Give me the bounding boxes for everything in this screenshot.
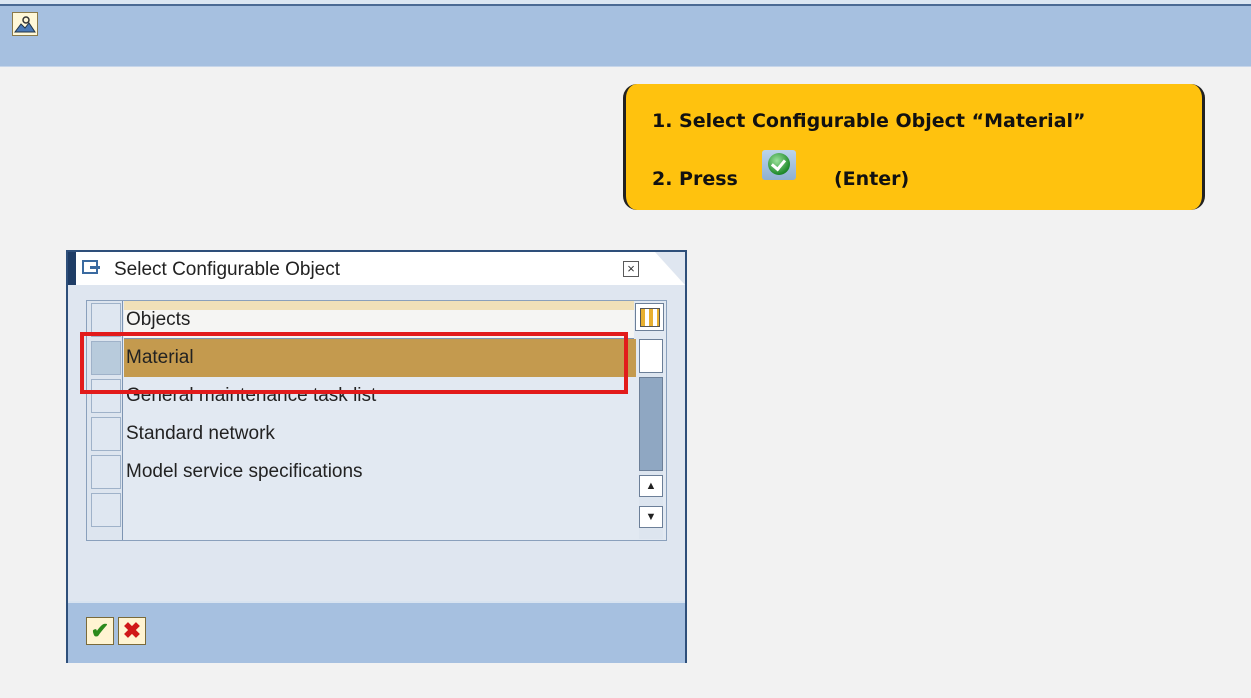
title-bar-corner [655,252,685,285]
row-selector[interactable] [91,341,121,375]
table-cell[interactable]: Model service specifications [124,453,636,491]
table-row-standard-network[interactable]: Standard network [87,415,633,453]
scrollbar-top-segment[interactable] [639,339,663,373]
dialog-window-icon [82,260,100,274]
column-header-objects[interactable]: Objects [124,301,634,339]
table-header: Objects [87,301,634,339]
dialog-title-bar: Select Configurable Object × [68,252,685,285]
select-all-cell[interactable] [91,303,121,337]
scrollbar-thumb[interactable] [639,377,663,471]
cancel-button[interactable]: ✖ [118,617,146,645]
table-cell[interactable]: General maintenance task list [124,377,636,415]
continue-check-button[interactable]: ✔ [86,617,114,645]
instruction-step-2: 2. Press [652,168,738,190]
select-configurable-object-dialog: Select Configurable Object × Objects Mat… [66,250,687,663]
instruction-callout: 1. Select Configurable Object “Material”… [623,84,1205,210]
table-row-model-service-specifications[interactable]: Model service specifications [87,453,633,491]
table-row-empty[interactable] [87,491,633,529]
picture-icon[interactable] [12,12,38,36]
dialog-title: Select Configurable Object [114,259,341,280]
table-cell [124,491,636,529]
table-cell[interactable]: Standard network [124,415,636,453]
objects-table: Objects Material General maintenance tas… [86,300,667,541]
table-cell[interactable]: Material [124,339,636,377]
toolbar [0,6,1251,67]
table-row-general-maintenance-task-list[interactable]: General maintenance task list [87,377,633,415]
table-row-material[interactable]: Material [87,339,636,377]
dialog-button-bar: ✔ ✖ [68,601,685,663]
scroll-up-button[interactable]: ▲ [639,475,663,497]
row-selector[interactable] [91,455,121,489]
column-settings-icon[interactable] [635,303,664,331]
row-selector[interactable] [91,493,121,527]
row-selector[interactable] [91,379,121,413]
close-icon[interactable]: × [623,261,639,277]
row-selector[interactable] [91,417,121,451]
instruction-step-1: 1. Select Configurable Object “Material” [652,110,1086,132]
enter-check-icon [762,150,796,180]
instruction-step-2-key: (Enter) [834,168,910,190]
scroll-down-button[interactable]: ▼ [639,506,663,528]
